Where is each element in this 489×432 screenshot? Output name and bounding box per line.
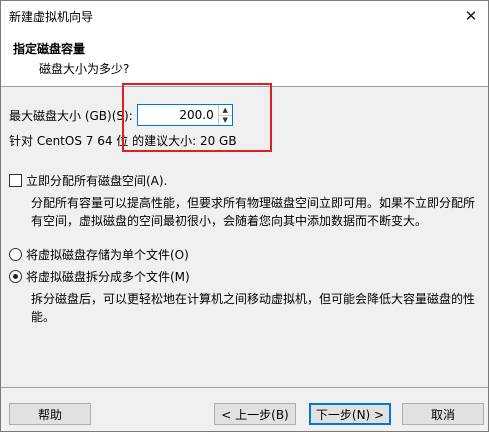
highlight-box [122,83,272,152]
allocate-now-label[interactable]: 立即分配所有磁盘空间(A). [26,172,167,189]
allocate-now-row[interactable]: 立即分配所有磁盘空间(A). [9,172,167,189]
next-button[interactable]: 下一步(N) > [309,403,391,425]
title-bar: 新建虚拟机向导 ✕ [1,1,488,31]
multi-file-option[interactable]: 将虚拟磁盘拆分成多个文件(M) [9,268,190,285]
back-button[interactable]: < 上一步(B) [214,403,296,425]
split-description: 拆分磁盘后，可以更轻松地在计算机之间移动虚拟机，但可能会降低大容量磁盘的性能。 [31,292,476,324]
single-file-radio[interactable] [9,248,22,261]
allocate-description: 分配所有容量可以提高性能，但要求所有物理磁盘空间立即可用。如果不立即分配所有空间… [31,196,476,228]
single-file-label[interactable]: 将虚拟磁盘存储为单个文件(O) [26,246,189,263]
disk-size-label: 最大磁盘大小 (GB)(S): [9,108,133,123]
wizard-header: 指定磁盘容量 磁盘大小为多少? [1,31,488,87]
multi-file-label[interactable]: 将虚拟磁盘拆分成多个文件(M) [26,268,190,285]
help-button[interactable]: 帮助 [9,403,91,425]
allocate-now-checkbox[interactable] [9,174,22,187]
window-title: 新建虚拟机向导 [9,10,94,24]
single-file-option[interactable]: 将虚拟磁盘存储为单个文件(O) [9,246,189,263]
page-title: 指定磁盘容量 [13,42,86,56]
footer-divider [1,387,488,388]
multi-file-radio[interactable] [9,270,22,283]
wizard-window: 新建虚拟机向导 ✕ 指定磁盘容量 磁盘大小为多少? 最大磁盘大小 (GB)(S)… [0,0,489,432]
cancel-button[interactable]: 取消 [402,403,484,425]
close-icon[interactable]: ✕ [454,1,488,31]
page-subtitle: 磁盘大小为多少? [39,62,130,76]
